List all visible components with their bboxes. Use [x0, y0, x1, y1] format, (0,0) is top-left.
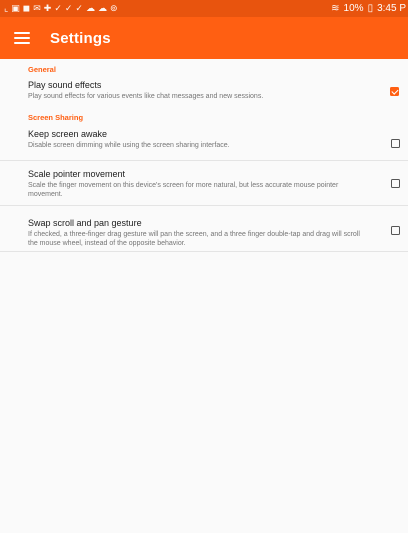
keep-awake-checkbox[interactable] — [391, 139, 400, 148]
battery-icon: ▯ — [367, 3, 374, 14]
play-sound-checkbox[interactable] — [390, 87, 399, 96]
pref-swap-scroll-pan[interactable]: Swap scroll and pan gesture If checked, … — [0, 206, 408, 252]
app-bar: Settings — [0, 17, 408, 59]
pref-summary: Disable screen dimming while using the s… — [28, 142, 230, 149]
clock: 3:45 P — [377, 3, 406, 14]
pref-keep-screen-awake[interactable]: Keep screen awake Disable screen dimming… — [0, 121, 408, 161]
status-indicators: ≋ 10% ▯ 3:45 P — [331, 3, 406, 14]
status-bar: ⌞ ▣ ◼ ✉ ✚ ✓ ✓ ✓ ☁ ☁ ⊚ ≋ 10% ▯ 3:45 P — [0, 0, 408, 17]
check-icon: ✓ — [64, 3, 73, 13]
settings-list: General Play sound effects Play sound ef… — [0, 59, 408, 252]
swap-scroll-checkbox[interactable] — [391, 226, 400, 235]
pref-summary: If checked, a three-finger drag gesture … — [28, 231, 360, 247]
notification-icons: ⌞ ▣ ◼ ✉ ✚ ✓ ✓ ✓ ☁ ☁ ⊚ — [4, 4, 118, 13]
page-title: Settings — [50, 29, 111, 47]
pref-title: Scale pointer movement — [28, 169, 126, 179]
pref-summary: Scale the finger movement on this device… — [28, 182, 339, 198]
category-screen-sharing: Screen Sharing — [28, 113, 84, 122]
cloud-icon: ☁ — [85, 3, 95, 13]
battery-level: 10% — [343, 3, 364, 14]
scale-pointer-checkbox[interactable] — [391, 179, 400, 188]
image-icon: ▣ — [11, 3, 20, 13]
pref-scale-pointer-movement[interactable]: Scale pointer movement Scale the finger … — [0, 161, 408, 206]
pref-title: Swap scroll and pan gesture — [28, 218, 142, 228]
pref-summary: Play sound effects for various events li… — [28, 93, 264, 100]
check-icon: ✓ — [54, 3, 62, 13]
hamburger-menu-icon[interactable] — [14, 32, 30, 44]
sync-icon: ⊚ — [109, 3, 118, 13]
mail-icon: ✉ — [33, 3, 41, 13]
pref-title: Keep screen awake — [28, 129, 108, 139]
pref-title: Play sound effects — [28, 80, 102, 90]
media-icon: ◼ — [22, 3, 31, 13]
cloud-icon: ☁ — [97, 3, 107, 13]
category-general: General — [28, 65, 56, 74]
check-icon: ✓ — [75, 3, 83, 13]
pref-play-sound-effects[interactable]: Play sound effects Play sound effects fo… — [0, 73, 408, 107]
screenshot-icon: ⌞ — [4, 3, 9, 13]
wifi-icon: ≋ — [331, 3, 340, 14]
shield-icon: ✚ — [43, 3, 52, 13]
